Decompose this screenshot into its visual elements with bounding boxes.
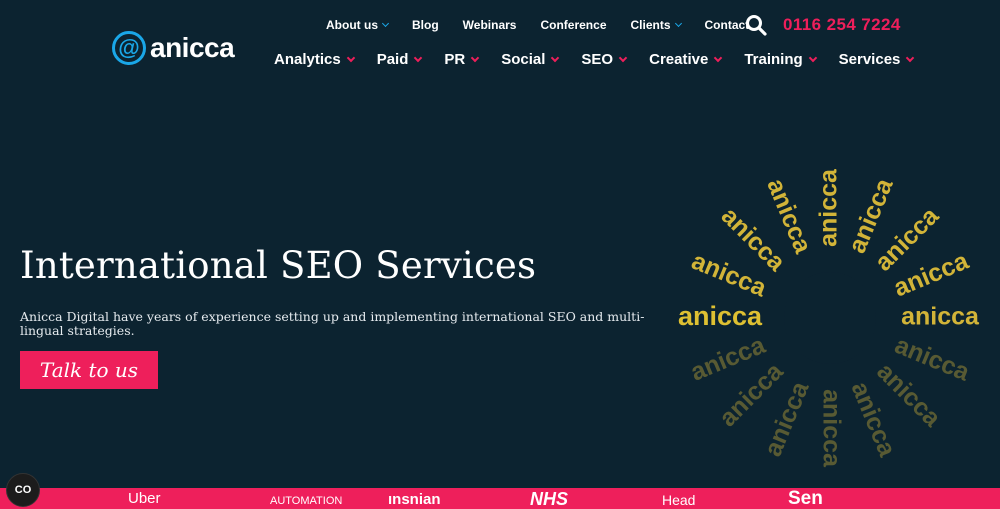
main-nav-label: Paid [376, 51, 409, 68]
main-nav-training[interactable]: Training [744, 51, 817, 68]
chevron-down-icon [414, 53, 423, 62]
top-nav-label: Blog [412, 18, 439, 32]
phone-number-link[interactable]: 0116 254 7224 [783, 15, 901, 35]
client-logo-automation: AUTOMATION [270, 495, 343, 507]
chevron-down-icon [346, 53, 355, 62]
main-nav-label: Creative [649, 51, 709, 68]
top-nav-blog[interactable]: Blog [412, 18, 439, 32]
logo-wordmark: anicca [150, 32, 235, 63]
chevron-down-icon [618, 53, 628, 62]
sunburst-word: anicca [817, 389, 845, 468]
site-logo[interactable]: @ anicca [112, 30, 235, 66]
talk-to-us-button[interactable]: Talk to us [20, 351, 158, 389]
main-nav-pr[interactable]: PR [444, 51, 480, 68]
chevron-down-icon [906, 53, 915, 62]
main-nav-services[interactable]: Services [838, 51, 915, 68]
main-nav-label: Training [744, 51, 803, 68]
chevron-down-icon [470, 53, 480, 62]
main-nav-social[interactable]: Social [501, 51, 560, 68]
client-logo-nhs: NHS [530, 489, 569, 509]
client-logo-strip: Uber AUTOMATION ınsnian NHS Head Sen [0, 488, 1000, 509]
main-nav-label: SEO [581, 51, 614, 68]
main-nav-label: Services [838, 51, 901, 68]
top-nav-conference[interactable]: Conference [540, 18, 606, 32]
top-nav: About us Blog Webinars Conference Client… [326, 18, 773, 32]
sunburst-word: anicca [678, 301, 763, 331]
top-nav-webinars[interactable]: Webinars [463, 18, 517, 32]
main-nav-seo[interactable]: SEO [581, 51, 628, 68]
top-nav-label: Contact [704, 18, 750, 32]
main-nav-analytics[interactable]: Analytics [274, 51, 355, 68]
top-nav-about-us[interactable]: About us [326, 18, 390, 32]
main-nav-creative[interactable]: Creative [649, 51, 723, 68]
top-nav-contact[interactable]: Contact [705, 18, 750, 32]
sunburst-centre [784, 272, 876, 364]
chevron-down-icon [674, 19, 682, 28]
client-logo-head: Head [662, 492, 696, 508]
top-nav-label: Conference [540, 18, 607, 32]
main-nav-label: Analytics [274, 51, 341, 68]
cookie-consent-button[interactable]: CO [6, 473, 40, 507]
main-nav: Analytics Paid PR Social SEO Creative Tr… [274, 51, 915, 68]
hero-description: Anicca Digital have years of experience … [20, 309, 645, 338]
sunburst-word: anicca [901, 303, 980, 331]
search-icon[interactable] [745, 14, 767, 36]
top-nav-label: About us [326, 18, 378, 32]
top-nav-clients[interactable]: Clients [630, 18, 682, 32]
client-logo-uber: Uber [128, 490, 161, 507]
top-nav-label: Webinars [462, 18, 517, 32]
chevron-down-icon [714, 53, 723, 62]
top-nav-label: Clients [630, 18, 671, 32]
anicca-sunburst-graphic: aniccaaniccaaniccaaniccaanicca aniccaanic… [678, 168, 980, 468]
page-title: International SEO Services [20, 244, 537, 287]
chevron-down-icon [551, 53, 560, 62]
main-nav-label: Social [501, 51, 546, 68]
main-nav-label: PR [444, 51, 466, 68]
client-logo-insnian: ınsnian [388, 491, 441, 508]
sunburst-word: anicca [815, 168, 843, 247]
logo-at-icon: @ [112, 31, 146, 65]
client-logo-sen: Sen [788, 488, 823, 509]
chevron-down-icon [808, 53, 817, 62]
main-nav-paid[interactable]: Paid [376, 51, 423, 68]
chevron-down-icon [381, 19, 390, 28]
